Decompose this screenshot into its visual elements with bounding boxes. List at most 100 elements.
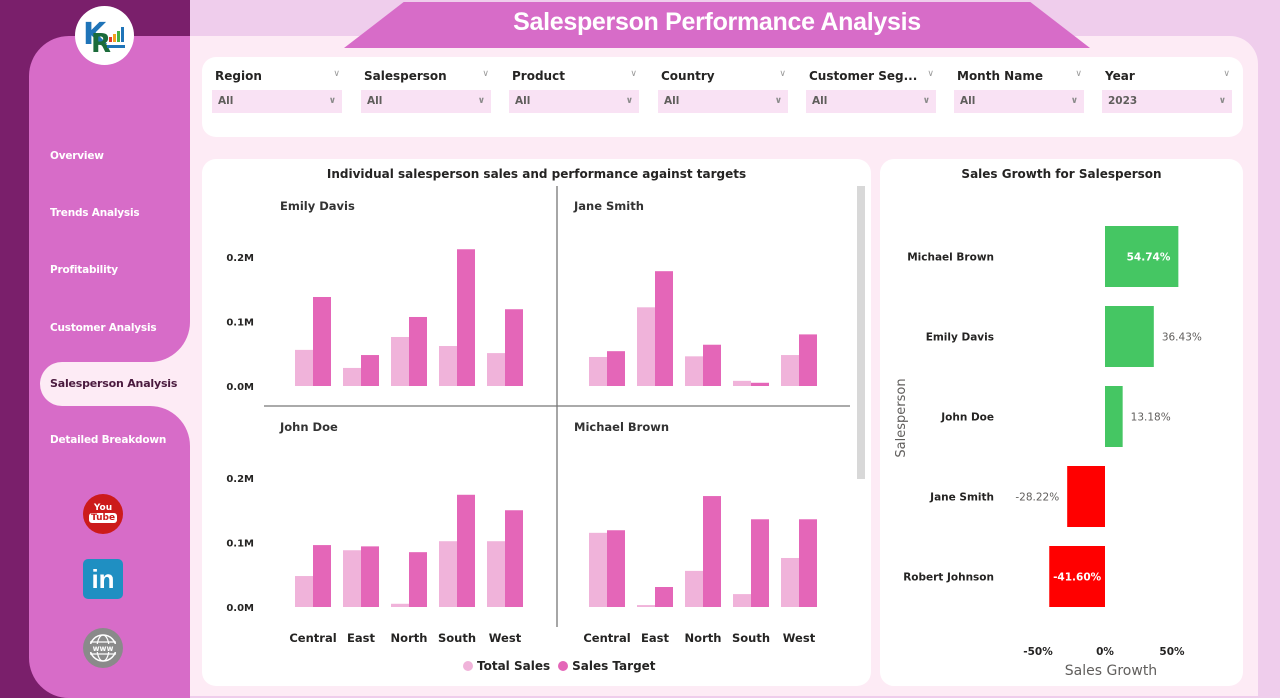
filter-dropdown-salesperson[interactable]: All ∨ [361, 90, 491, 113]
bar-sales-target [607, 351, 625, 386]
bar-sales-target [313, 296, 331, 386]
bar-total-sales [439, 541, 457, 607]
filter-value: All [664, 95, 680, 107]
legend-swatch-total-sales [463, 661, 473, 671]
filter-country: Country ∨ All ∨ [658, 67, 788, 113]
bar-total-sales [637, 605, 655, 607]
sidebar-item-customer-analysis[interactable]: Customer Analysis [50, 322, 157, 334]
filter-value: All [367, 95, 383, 107]
bar-total-sales [391, 603, 409, 607]
filter-dropdown-product[interactable]: All ∨ [509, 90, 639, 113]
youtube-icon[interactable]: You Tube [83, 494, 123, 534]
chevron-down-icon: ∨ [625, 96, 633, 106]
globe-icon: www [89, 634, 117, 662]
bar-total-sales [637, 307, 655, 386]
x-tick-label: Central [289, 631, 336, 645]
filter-value: All [218, 95, 234, 107]
x-tick-label: East [641, 631, 669, 645]
filter-dropdown-month-name[interactable]: All ∨ [954, 90, 1084, 113]
filter-label: Month Name [957, 69, 1043, 83]
chevron-down-icon: ∨ [328, 96, 336, 106]
bar-sales-target [799, 334, 817, 386]
sidebar-item-detailed-breakdown[interactable]: Detailed Breakdown [50, 434, 166, 446]
x-tick-label: Central [583, 631, 630, 645]
chevron-down-icon[interactable]: ∨ [333, 69, 340, 79]
website-icon[interactable]: www [83, 628, 123, 668]
chevron-down-icon[interactable]: ∨ [927, 69, 934, 79]
filter-dropdown-customer-seg[interactable]: All ∨ [806, 90, 936, 113]
chevron-down-icon[interactable]: ∨ [1075, 69, 1082, 79]
bar-total-sales [685, 570, 703, 607]
bar-sales-target [751, 382, 769, 386]
chevron-down-icon[interactable]: ∨ [630, 69, 637, 79]
bar-total-sales [589, 356, 607, 386]
filter-dropdown-region[interactable]: All ∨ [212, 90, 342, 113]
x-tick-label: South [438, 631, 476, 645]
data-label: 36.43% [1162, 332, 1202, 344]
legend-label-total-sales[interactable]: Total Sales [477, 659, 550, 673]
bar-total-sales [781, 557, 799, 607]
bar-sales-target [505, 309, 523, 386]
x-tick-label: 0% [1096, 646, 1114, 658]
chevron-down-icon: ∨ [922, 96, 930, 106]
filter-month-name: Month Name ∨ All ∨ [954, 67, 1084, 113]
category-label: Jane Smith [929, 492, 994, 504]
chevron-down-icon[interactable]: ∨ [779, 69, 786, 79]
x-tick-label: North [685, 631, 722, 645]
bar-sales-target [703, 496, 721, 607]
bar-sales-target [361, 546, 379, 607]
filter-value: All [960, 95, 976, 107]
chevron-down-icon: ∨ [1218, 96, 1226, 106]
bar-total-sales [343, 367, 361, 386]
filter-region: Region ∨ All ∨ [212, 67, 342, 113]
data-label: -28.22% [1015, 492, 1059, 504]
sidebar-item-trends-analysis[interactable]: Trends Analysis [50, 207, 140, 219]
filter-panel: Region ∨ All ∨ Salesperson ∨ All ∨ Product ∨ All ∨ C… [202, 57, 1243, 137]
bar-sales-target [361, 355, 379, 386]
youtube-label-top: You [93, 503, 113, 513]
bar-total-sales [295, 576, 313, 607]
chevron-down-icon: ∨ [774, 96, 782, 106]
bar-sales-target [607, 530, 625, 607]
small-multiples-chart: Emily Davis 0.0M 0.1M 0.2M Jane Smith John Do… [226, 186, 850, 645]
bar-total-sales [343, 550, 361, 607]
panel-title: Michael Brown [574, 420, 669, 434]
linkedin-icon[interactable]: in [83, 559, 123, 599]
chevron-down-icon[interactable]: ∨ [482, 69, 489, 79]
filter-label: Country [661, 69, 715, 83]
svg-text:R: R [91, 29, 111, 59]
bar-sales-target [409, 552, 427, 607]
sales-growth-bars: Michael Brown 54.74% Emily Davis 36.43% John… [894, 226, 1202, 679]
panel-title: Emily Davis [280, 199, 355, 213]
bar-sales-target [313, 545, 331, 607]
bar-sales-target [703, 344, 721, 386]
chevron-down-icon: ∨ [477, 96, 485, 106]
data-label: 13.18% [1131, 412, 1171, 424]
chevron-down-icon[interactable]: ∨ [1223, 69, 1230, 79]
bar-sales-target [751, 519, 769, 607]
filter-dropdown-year[interactable]: 2023 ∨ [1102, 90, 1232, 113]
bar-total-sales [589, 532, 607, 607]
x-axis-title: Sales Growth [1065, 663, 1157, 679]
bar-total-sales [487, 541, 505, 607]
bar-sales-target [799, 519, 817, 607]
bar-total-sales [733, 594, 751, 607]
bar-total-sales [439, 346, 457, 386]
chart-scrollbar[interactable] [857, 186, 865, 479]
filter-year: Year ∨ 2023 ∨ [1102, 67, 1232, 113]
sidebar-item-overview[interactable]: Overview [50, 150, 104, 162]
legend-label-sales-target[interactable]: Sales Target [572, 659, 655, 673]
sidebar-item-salesperson-analysis[interactable]: Salesperson Analysis [50, 377, 177, 390]
bar-sales-target [655, 587, 673, 607]
filter-salesperson: Salesperson ∨ All ∨ [361, 67, 491, 113]
bar-sales-target [505, 510, 523, 607]
filter-label: Customer Seg... [809, 69, 918, 83]
data-label: -41.60% [1053, 572, 1102, 584]
legend-swatch-sales-target [558, 661, 569, 671]
filter-dropdown-country[interactable]: All ∨ [658, 90, 788, 113]
category-label: Robert Johnson [903, 572, 994, 584]
category-label: Emily Davis [926, 332, 994, 344]
y-axis-title: Salesperson [894, 378, 909, 457]
logo-icon[interactable]: K R [75, 6, 134, 65]
sidebar-item-profitability[interactable]: Profitability [50, 264, 118, 276]
